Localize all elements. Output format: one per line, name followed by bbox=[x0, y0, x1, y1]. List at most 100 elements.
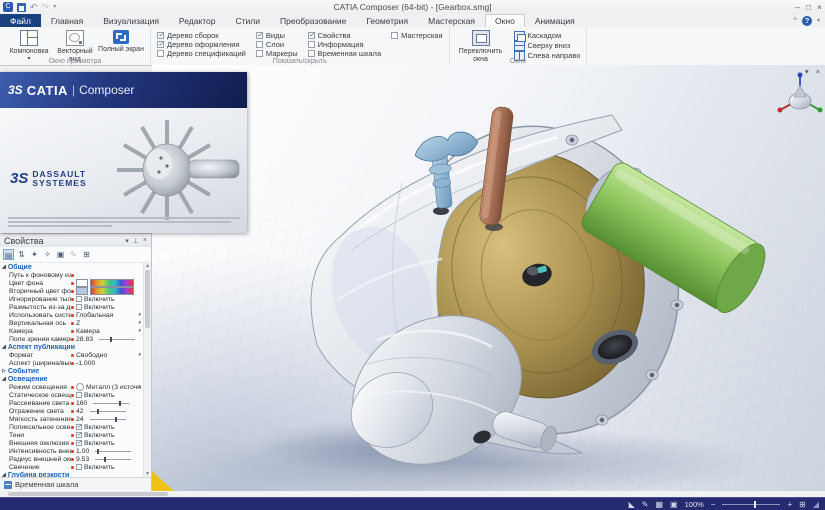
tab-transform[interactable]: Преобразование bbox=[270, 14, 356, 27]
radio-icon[interactable] bbox=[76, 383, 84, 391]
zoom-in-icon[interactable]: + bbox=[787, 499, 792, 510]
minimize-button[interactable]: – bbox=[795, 2, 800, 12]
3d-viewport[interactable]: ▾ × bbox=[152, 65, 825, 491]
property-row[interactable]: Поле зрения камеры28.83 bbox=[0, 335, 143, 343]
property-row[interactable]: ФорматСвободно▾ bbox=[0, 351, 143, 359]
new-window-icon[interactable]: ⊞ bbox=[81, 249, 92, 260]
checkbox-workshop[interactable]: Мастерская bbox=[391, 31, 442, 39]
property-row[interactable]: Игнорирование тыльной...Включить bbox=[0, 295, 143, 303]
zoom-slider-thumb[interactable] bbox=[754, 501, 756, 508]
section-depth-of-field[interactable]: ◢Глубина резкости bbox=[0, 471, 143, 477]
categorize-icon[interactable]: ▤ bbox=[3, 249, 14, 260]
fit-view-icon[interactable]: ▣ bbox=[670, 499, 678, 510]
property-row[interactable]: Попиксельное освещение✓Включить bbox=[0, 423, 143, 431]
checkbox-icon[interactable] bbox=[76, 304, 82, 310]
image-icon[interactable]: ▣ bbox=[55, 249, 66, 260]
timeline-tab[interactable]: Временная шкала bbox=[0, 477, 151, 491]
slider[interactable] bbox=[99, 339, 135, 340]
property-row[interactable]: Режим освещенияМеталл (3 источн▾ bbox=[0, 383, 143, 391]
fullscreen-button[interactable]: Полный экран bbox=[98, 29, 144, 54]
tab-editor[interactable]: Редактор bbox=[169, 14, 226, 27]
tab-home[interactable]: Главная bbox=[41, 14, 93, 27]
dropdown-icon[interactable]: ▾ bbox=[138, 352, 141, 358]
property-row[interactable]: Путь к фоновому изобр... bbox=[0, 271, 143, 279]
slider[interactable] bbox=[95, 459, 131, 460]
tab-workshop[interactable]: Мастерская bbox=[418, 14, 485, 27]
panel-pin-icon[interactable]: ⊥ bbox=[133, 237, 139, 245]
property-row[interactable]: Размытость из-за движ...Включить bbox=[0, 303, 143, 311]
tab-window[interactable]: Окно bbox=[485, 14, 525, 27]
collapse-ribbon-icon[interactable]: ^ bbox=[793, 16, 797, 25]
dropdown-icon[interactable]: ▾ bbox=[138, 320, 141, 326]
checkbox-icon[interactable] bbox=[76, 392, 82, 398]
checkbox-icon[interactable] bbox=[76, 296, 82, 302]
section-publish-aspect[interactable]: ◢Аспект публикации bbox=[0, 343, 143, 351]
scroll-up-icon[interactable]: ▲ bbox=[145, 263, 150, 269]
color-swatch[interactable] bbox=[76, 279, 88, 287]
scroll-down-icon[interactable]: ▼ bbox=[145, 471, 150, 477]
checkbox-information[interactable]: Информация bbox=[308, 40, 381, 48]
property-row[interactable]: Использовать систему ...Глобальная▾ bbox=[0, 311, 143, 319]
tab-styles[interactable]: Стили bbox=[226, 14, 271, 27]
color-swatch[interactable] bbox=[76, 287, 88, 295]
dropdown-icon[interactable]: ▾ bbox=[138, 312, 141, 318]
slider[interactable] bbox=[93, 403, 129, 404]
property-row[interactable]: Тени✓Включить bbox=[0, 431, 143, 439]
section-event[interactable]: ▷Событие bbox=[0, 367, 143, 375]
property-row[interactable]: Отражение света42 bbox=[0, 407, 143, 415]
horizontal-scroll-thumb[interactable] bbox=[8, 492, 168, 496]
checkbox-views[interactable]: ✓ Виды bbox=[256, 31, 298, 39]
color-gradient-bar[interactable] bbox=[90, 279, 134, 287]
property-row[interactable]: Цвет фона bbox=[0, 279, 143, 287]
maximize-button[interactable]: □ bbox=[806, 2, 811, 12]
dropdown-icon[interactable]: ▾ bbox=[138, 328, 141, 334]
property-row[interactable]: Аспект (ширина/высота)-1.000 bbox=[0, 359, 143, 367]
pointer-mode-icon[interactable]: ◣ bbox=[629, 499, 635, 510]
color-gradient-bar[interactable] bbox=[90, 287, 134, 295]
property-row[interactable]: Внешняя окклюзия✓Включить bbox=[0, 439, 143, 447]
tab-visualization[interactable]: Визуализация bbox=[93, 14, 169, 27]
checkbox-icon[interactable]: ✓ bbox=[76, 440, 82, 446]
panel-close-icon[interactable]: × bbox=[143, 237, 147, 245]
edit-icon[interactable]: ✎ bbox=[68, 249, 79, 260]
pane-close-icon[interactable]: × bbox=[816, 67, 820, 76]
zoom-out-icon[interactable]: − bbox=[711, 499, 716, 510]
zoom-slider[interactable] bbox=[722, 504, 780, 505]
close-button[interactable]: × bbox=[817, 2, 822, 12]
fullscreen-toggle-icon[interactable]: ⊞ bbox=[799, 499, 806, 510]
reset-effect-icon[interactable]: ✧ bbox=[42, 249, 53, 260]
annotate-icon[interactable]: ✎ bbox=[642, 499, 649, 510]
property-row[interactable]: Радиус внешней окклюз...9.53 bbox=[0, 455, 143, 463]
property-row[interactable]: КамераКамера▾ bbox=[0, 327, 143, 335]
checkbox-markup-tree[interactable]: ✓ Дерево оформления bbox=[157, 40, 246, 48]
help-dropdown-icon[interactable]: ▾ bbox=[817, 17, 820, 24]
checkbox-icon[interactable]: ✓ bbox=[76, 424, 82, 430]
checkbox-icon[interactable]: ✓ bbox=[76, 432, 82, 438]
property-row[interactable]: СвечениеВключить bbox=[0, 463, 143, 471]
checkbox-timeline[interactable]: Временная шкала bbox=[308, 49, 381, 57]
slider[interactable] bbox=[90, 419, 126, 420]
properties-scrollbar[interactable]: ▲ ▼ bbox=[143, 263, 151, 477]
tile-horizontal-button[interactable]: Сверху вниз bbox=[514, 41, 581, 50]
checkbox-properties[interactable]: ✓ Свойства bbox=[308, 31, 381, 39]
property-row[interactable]: Мягкость затенения24 bbox=[0, 415, 143, 423]
property-row[interactable]: Вторичный цвет фона bbox=[0, 287, 143, 295]
section-general[interactable]: ◢Общие bbox=[0, 263, 143, 271]
apply-effect-icon[interactable]: ✦ bbox=[29, 249, 40, 260]
panel-menu-icon[interactable]: ▾ bbox=[125, 237, 129, 245]
checkbox-bom-tree[interactable]: Дерево спецификаций bbox=[157, 49, 246, 57]
tab-animation[interactable]: Анимация bbox=[525, 14, 585, 27]
slider[interactable] bbox=[90, 411, 126, 412]
property-row[interactable]: Статическое освещениеВключить bbox=[0, 391, 143, 399]
section-lighting[interactable]: ◢Освещение bbox=[0, 375, 143, 383]
sort-alpha-icon[interactable]: ⇅ bbox=[16, 249, 27, 260]
checkbox-assembly-tree[interactable]: ✓ Дерево сборок bbox=[157, 31, 246, 39]
grid-icon[interactable]: ▦ bbox=[655, 499, 663, 510]
checkbox-icon[interactable] bbox=[76, 464, 82, 470]
property-row[interactable]: Вертикальная осьZ▾ bbox=[0, 319, 143, 327]
checkbox-layers[interactable]: Слои bbox=[256, 40, 298, 48]
dropdown-icon[interactable]: ▾ bbox=[138, 384, 141, 390]
property-row[interactable]: Интенсивность внешней...1.00 bbox=[0, 447, 143, 455]
scroll-thumb[interactable] bbox=[145, 270, 150, 328]
tab-file[interactable]: Файл bbox=[0, 14, 41, 27]
